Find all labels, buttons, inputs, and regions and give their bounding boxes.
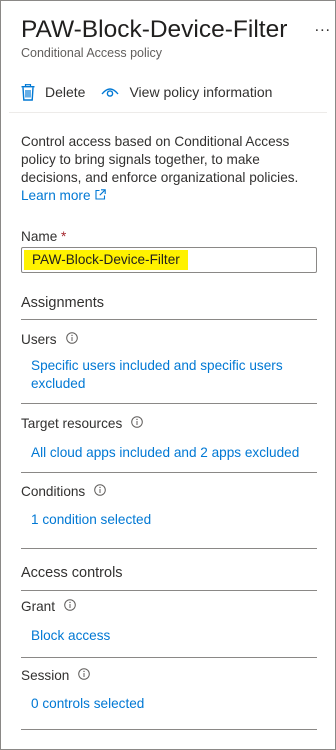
blade-header: PAW-Block-Device-Filter Conditional Acce… [21, 15, 327, 60]
delete-button[interactable]: Delete [21, 83, 86, 101]
grant-divider [21, 657, 317, 658]
assignments-divider [21, 319, 317, 320]
target-resources-row-label: Target resources [21, 416, 144, 431]
target-resources-label: Target resources [21, 416, 123, 431]
required-marker: * [61, 229, 67, 244]
page-subtitle: Conditional Access policy [21, 46, 163, 60]
command-bar: Delete View policy information [21, 79, 335, 105]
assignments-heading: Assignments [21, 295, 105, 311]
learn-more-link[interactable]: Learn more [21, 188, 106, 203]
external-link-icon [91, 188, 106, 203]
target-resources-divider [21, 472, 317, 473]
trash-icon [21, 83, 35, 101]
info-icon[interactable] [65, 332, 78, 347]
conditions-link[interactable]: 1 condition selected [31, 511, 311, 529]
intro-section: Control access based on Conditional Acce… [21, 133, 317, 205]
policy-name-input[interactable]: PAW-Block-Device-Filter [21, 247, 317, 273]
session-link[interactable]: 0 controls selected [31, 695, 311, 713]
learn-more-label: Learn more [21, 188, 91, 203]
delete-label: Delete [45, 84, 86, 100]
access-controls-heading: Access controls [21, 565, 123, 581]
session-label: Session [21, 668, 70, 683]
info-icon[interactable] [64, 599, 76, 614]
more-actions-button[interactable]: ... [315, 19, 331, 35]
policy-name-value: PAW-Block-Device-Filter [24, 250, 188, 270]
conditions-row-label: Conditions [21, 484, 107, 499]
policy-blade: PAW-Block-Device-Filter Conditional Acce… [0, 0, 336, 750]
users-assignment-link[interactable]: Specific users included and specific use… [31, 357, 311, 393]
toolbar-divider [9, 112, 327, 113]
eye-icon [101, 85, 120, 99]
users-divider [21, 403, 317, 404]
access-controls-divider [21, 590, 317, 591]
conditions-divider [21, 548, 317, 549]
info-icon[interactable] [94, 484, 107, 499]
users-label: Users [21, 332, 57, 347]
info-icon[interactable] [78, 668, 91, 683]
session-row-label: Session [21, 668, 91, 683]
session-divider [21, 729, 317, 730]
users-row-label: Users [21, 332, 78, 347]
name-field-label: Name * [21, 229, 66, 244]
conditions-label: Conditions [21, 484, 86, 499]
target-resources-link[interactable]: All cloud apps included and 2 apps exclu… [31, 444, 311, 462]
name-label-text: Name [21, 229, 58, 244]
policy-description: Control access based on Conditional Acce… [21, 134, 299, 185]
grant-label: Grant [21, 599, 55, 614]
view-policy-label: View policy information [129, 84, 273, 100]
page-title: PAW-Block-Device-Filter [21, 16, 288, 43]
info-icon[interactable] [131, 416, 144, 431]
grant-link[interactable]: Block access [31, 627, 311, 645]
grant-row-label: Grant [21, 599, 76, 614]
view-policy-information-button[interactable]: View policy information [101, 84, 272, 100]
